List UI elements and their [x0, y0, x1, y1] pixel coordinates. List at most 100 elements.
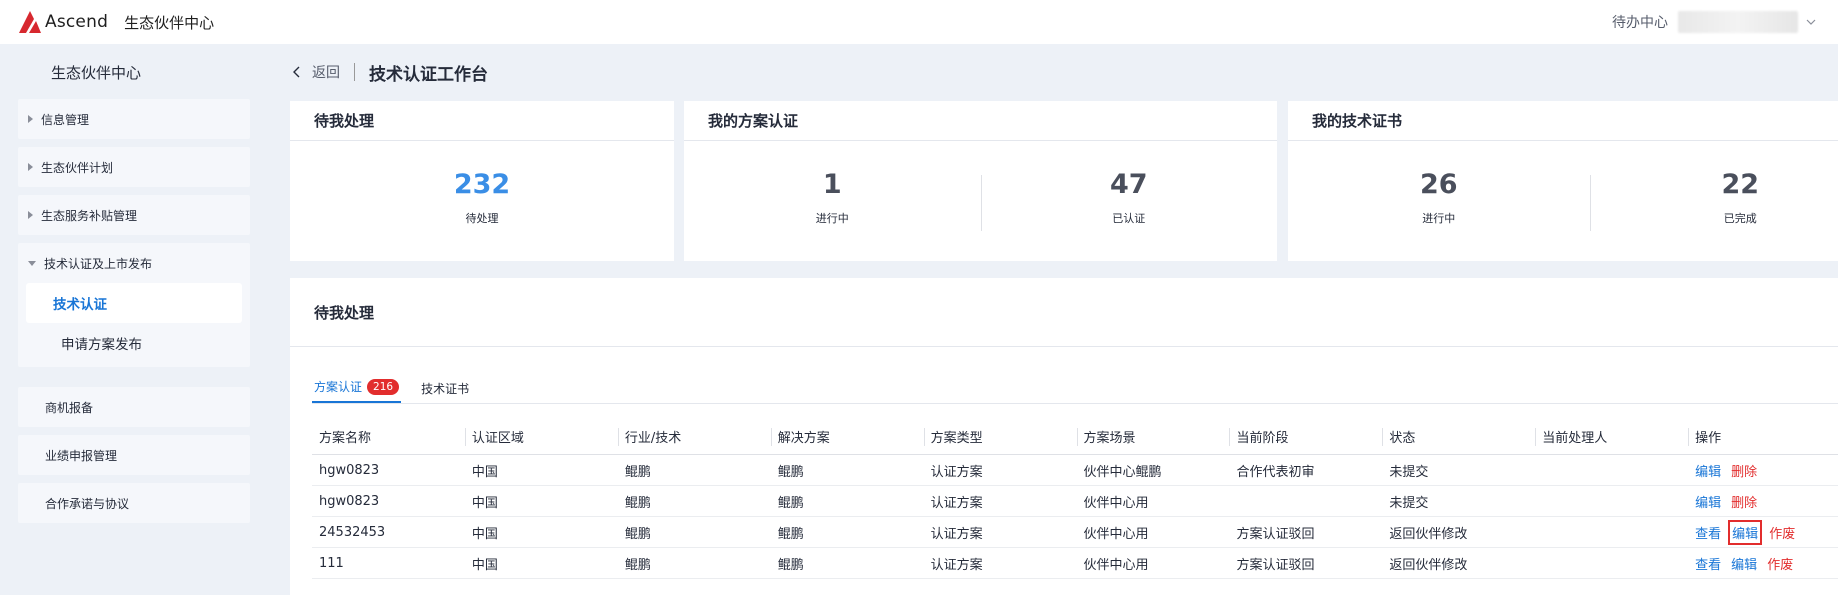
sidebar-group-opportunity[interactable]: 商机报备 [18, 387, 250, 427]
column-header[interactable]: 方案场景 [1076, 419, 1230, 454]
cell-stage: 合作代表初审 [1236, 464, 1315, 480]
cell-handler [1535, 455, 1688, 485]
cell-status: 返回伙伴修改 [1389, 526, 1468, 542]
page-title: 技术认证工作台 [369, 64, 488, 85]
void-link[interactable]: 作废 [1769, 523, 1795, 542]
card-title: 我的方案认证 [684, 101, 1277, 141]
stat-label: 已认证 [1112, 212, 1146, 225]
caret-down-icon [28, 260, 36, 266]
column-header[interactable]: 当前阶段 [1229, 419, 1382, 454]
app-title: 生态伙伴中心 [124, 13, 215, 32]
delete-link[interactable]: 删除 [1731, 492, 1757, 511]
sidebar-group-label: 技术认证及上市发布 [44, 256, 153, 271]
column-header[interactable]: 方案类型 [923, 419, 1077, 454]
table-row: hgw0823 中国 鲲鹏 鲲鹏 认证方案 伙伴中心用 未提交 编辑 删除 [312, 486, 1838, 517]
cell-stage: 方案认证驳回 [1236, 557, 1315, 573]
top-header: Ascend 生态伙伴中心 待办中心 [0, 0, 1838, 44]
sidebar-item-tech-cert[interactable]: 技术认证 [26, 283, 242, 323]
stat-in-progress[interactable]: 1 进行中 [684, 169, 981, 226]
void-link[interactable]: 作废 [1767, 554, 1793, 573]
sidebar-group-agreement[interactable]: 合作承诺与协议 [18, 483, 250, 523]
cell-stage: 方案认证驳回 [1236, 526, 1315, 542]
view-link[interactable]: 查看 [1695, 554, 1721, 573]
stat-value: 1 [822, 169, 842, 200]
sidebar-group-label: 生态服务补贴管理 [41, 208, 138, 223]
table-row: 111 中国 鲲鹏 鲲鹏 认证方案 伙伴中心用 方案认证驳回 返回伙伴修改 查看… [312, 548, 1838, 579]
delete-link[interactable]: 删除 [1731, 461, 1757, 480]
sidebar-group-subsidy[interactable]: 生态服务补贴管理 [18, 195, 250, 235]
cell-handler [1535, 517, 1688, 547]
cell-region: 中国 [471, 495, 498, 511]
column-header[interactable]: 解决方案 [770, 419, 924, 454]
panel-title: 待我处理 [314, 304, 375, 322]
card-solution-cert: 我的方案认证 1 进行中 47 已认证 [684, 101, 1277, 261]
pending-table: 方案名称 认证区域 行业/技术 解决方案 方案类型 方案场景 当前阶段 状态 当… [312, 419, 1838, 579]
tab-label: 技术证书 [421, 382, 470, 396]
pending-panel: 待我处理 方案认证 216 技术证书 方案名称 认证区域 行业/技术 解决方案 … [290, 278, 1838, 595]
cell-solution: 鲲鹏 [777, 495, 804, 511]
card-pending: 待我处理 232 待处理 [290, 101, 674, 261]
cell-status: 返回伙伴修改 [1389, 557, 1468, 573]
sidebar-item-apply-release[interactable]: 申请方案发布 [26, 323, 242, 363]
sidebar: 生态伙伴中心 信息管理 生态伙伴计划 生态服务补贴管理 技术认证及上市发布 技术… [0, 44, 268, 595]
breadcrumb-divider [354, 63, 355, 81]
stat-label: 已完成 [1723, 212, 1757, 225]
edit-link[interactable]: 编辑 [1695, 461, 1721, 480]
card-title: 我的技术证书 [1288, 101, 1838, 141]
view-link[interactable]: 查看 [1695, 523, 1721, 542]
main-content: 返回 技术认证工作台 待我处理 232 待处理 我的方案认证 1 进行中 47 … [268, 44, 1838, 595]
cell-actions: 编辑 删除 [1688, 486, 1838, 516]
cell-region: 中国 [471, 557, 498, 573]
stat-certified[interactable]: 47 已认证 [980, 169, 1278, 231]
logo[interactable]: Ascend [17, 9, 108, 35]
column-header: 操作 [1688, 419, 1838, 454]
user-name-blurred[interactable] [1678, 11, 1798, 33]
cell-solution-name: 111 [319, 555, 344, 571]
count-badge: 216 [367, 378, 400, 395]
cell-type: 认证方案 [930, 557, 983, 573]
sidebar-group-info[interactable]: 信息管理 [18, 99, 250, 139]
sidebar-group-partner-plan[interactable]: 生态伙伴计划 [18, 147, 250, 187]
back-link[interactable]: 返回 [312, 62, 340, 82]
edit-link[interactable]: 编辑 [1695, 492, 1721, 511]
tab-label: 方案认证 [314, 380, 363, 394]
divider [290, 346, 1838, 347]
stat-value: 22 [1721, 169, 1760, 200]
edit-link[interactable]: 编辑 [1728, 519, 1763, 545]
column-header[interactable]: 方案名称 [312, 419, 465, 454]
column-header[interactable]: 状态 [1382, 419, 1535, 454]
card-tech-certs: 我的技术证书 26 进行中 22 已完成 [1288, 101, 1838, 261]
stat-completed[interactable]: 22 已完成 [1589, 169, 1838, 231]
stat-label: 进行中 [815, 212, 849, 225]
column-header[interactable]: 认证区域 [464, 419, 618, 454]
cell-handler [1535, 548, 1688, 578]
cell-scenario: 伙伴中心用 [1083, 526, 1149, 542]
cell-solution-name: hgw0823 [319, 493, 380, 509]
tab-tech-cert[interactable]: 技术证书 [419, 380, 471, 403]
sidebar-group-label: 合作承诺与协议 [45, 496, 130, 511]
sidebar-group-label: 业绩申报管理 [45, 448, 118, 463]
stat-pending[interactable]: 232 待处理 [290, 169, 674, 226]
cell-status: 未提交 [1389, 464, 1429, 480]
sidebar-group-label: 商机报备 [45, 400, 94, 415]
chevron-left-icon[interactable] [292, 66, 302, 78]
column-header[interactable]: 当前处理人 [1535, 419, 1688, 454]
cell-solution: 鲲鹏 [777, 526, 804, 542]
tab-solution-cert[interactable]: 方案认证 216 [312, 378, 402, 403]
stat-label: 待处理 [465, 212, 499, 225]
cell-industry: 鲲鹏 [624, 557, 651, 573]
edit-link[interactable]: 编辑 [1731, 554, 1757, 573]
sidebar-group-performance[interactable]: 业绩申报管理 [18, 435, 250, 475]
chevron-down-icon[interactable] [1806, 17, 1816, 27]
sidebar-group-tech-cert[interactable]: 技术认证及上市发布 技术认证 申请方案发布 [18, 243, 250, 367]
column-header[interactable]: 行业/技术 [617, 419, 771, 454]
cell-scenario: 伙伴中心用 [1083, 557, 1149, 573]
todo-center-link[interactable]: 待办中心 [1612, 12, 1668, 32]
cell-scenario: 伙伴中心用 [1083, 495, 1149, 511]
stat-in-progress[interactable]: 26 进行中 [1288, 169, 1590, 226]
cell-type: 认证方案 [930, 495, 983, 511]
cell-actions: 查看 编辑 作废 [1688, 548, 1838, 578]
tabs-divider [312, 403, 1838, 404]
stat-value: 47 [1109, 169, 1148, 200]
table-row: hgw0823 中国 鲲鹏 鲲鹏 认证方案 伙伴中心鲲鹏 合作代表初审 未提交 … [312, 455, 1838, 486]
